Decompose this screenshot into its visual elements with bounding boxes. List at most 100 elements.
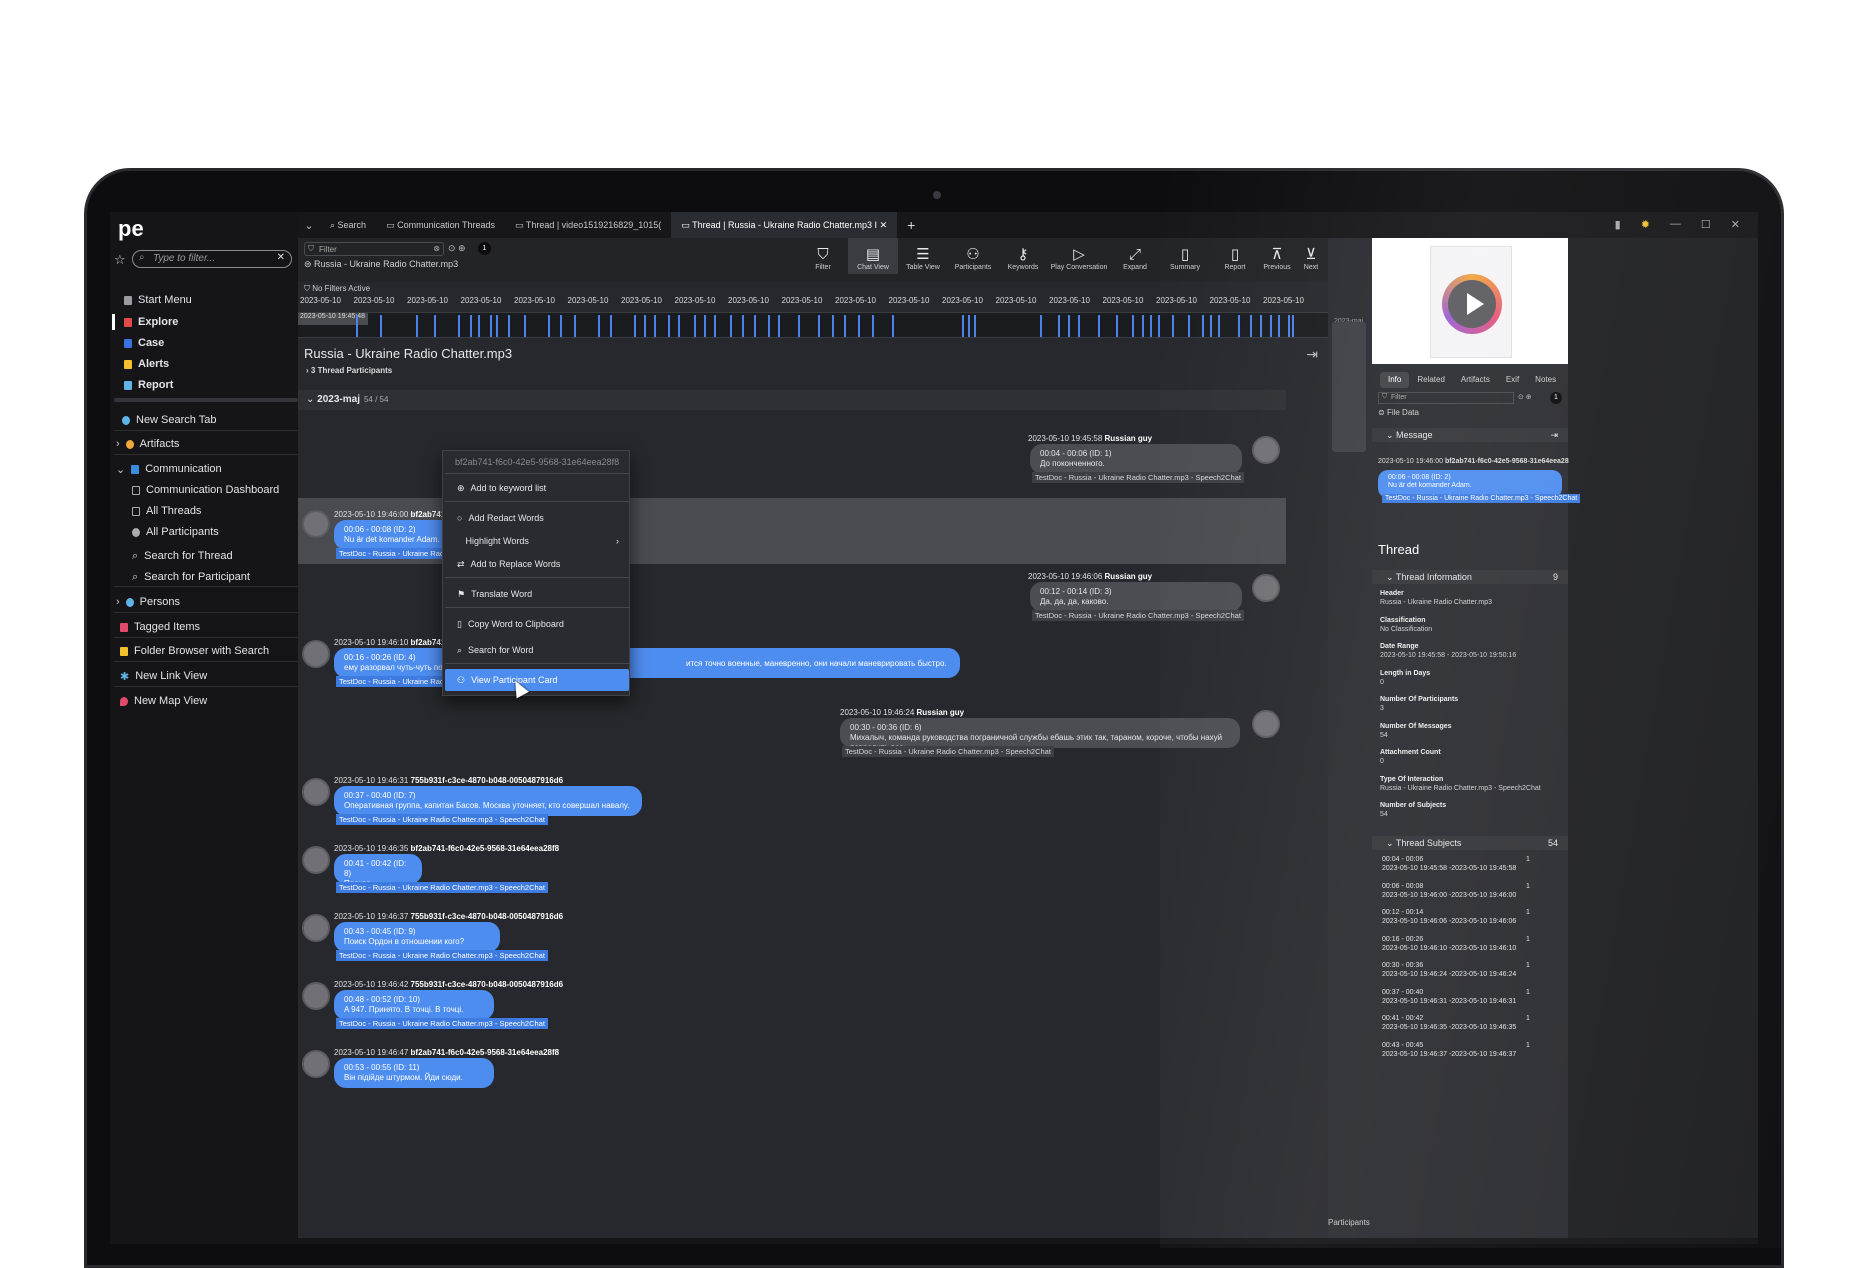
timeline-event-marker[interactable] bbox=[416, 315, 418, 337]
tab-thread-video[interactable]: ▭ Thread | video1519216829_1015( bbox=[505, 212, 671, 238]
subject-range[interactable]: 00:41 - 00:42 bbox=[1382, 1015, 1423, 1022]
tool-filter[interactable]: ⛉ Filter bbox=[798, 238, 848, 274]
timeline-event-marker[interactable] bbox=[1158, 315, 1160, 337]
nav-search-participant[interactable]: ⌕ Search for Participant bbox=[132, 567, 250, 587]
timeline-event-marker[interactable] bbox=[524, 315, 526, 337]
timeline-event-marker[interactable] bbox=[742, 315, 744, 337]
message-bubble[interactable]: 00:48 - 00:52 (ID: 10) A 947. Принято. В … bbox=[334, 990, 494, 1020]
message-bubble[interactable]: 00:04 - 00:06 (ID: 1) До поконченного. bbox=[1030, 444, 1242, 474]
timeline-track[interactable]: 2023-05-10 19:45:48 bbox=[298, 312, 1328, 338]
nav-persons[interactable]: › Persons bbox=[116, 592, 180, 612]
nav-search-thread[interactable]: ⌕ Search for Thread bbox=[132, 546, 233, 566]
avatar[interactable] bbox=[302, 846, 330, 874]
play-icon[interactable] bbox=[1442, 274, 1502, 334]
timeline-event-marker[interactable] bbox=[1288, 315, 1290, 337]
avatar[interactable] bbox=[302, 510, 330, 538]
thread-subjects-header[interactable]: ⌄ Thread Subjects 54 bbox=[1372, 836, 1568, 850]
timeline-event-marker[interactable] bbox=[356, 315, 358, 337]
tab-info[interactable]: Info bbox=[1380, 372, 1410, 388]
chat-message[interactable]: 2023-05-10 19:46:37 755b931f-c3ce-4870-b… bbox=[298, 910, 1286, 972]
nav-new-link-view[interactable]: ✱ New Link View bbox=[120, 666, 207, 686]
timeline-event-marker[interactable] bbox=[892, 315, 894, 337]
tool-keywords[interactable]: ⚷ Keywords bbox=[998, 238, 1048, 274]
subject-range[interactable]: 00:12 - 00:14 bbox=[1382, 909, 1423, 916]
timeline-event-marker[interactable] bbox=[1218, 315, 1220, 337]
tool-play-conversation[interactable]: ▷ Play Conversation bbox=[1048, 238, 1110, 274]
subject-range[interactable]: 00:43 - 00:45 bbox=[1382, 1042, 1423, 1049]
timeline-event-marker[interactable] bbox=[1098, 315, 1100, 337]
tab-related[interactable]: Related bbox=[1409, 372, 1453, 388]
menu-search-word[interactable]: ⌕ Search for Word bbox=[445, 639, 629, 661]
nav-artifacts[interactable]: › Artifacts bbox=[116, 434, 179, 454]
timeline-event-marker[interactable] bbox=[962, 315, 964, 337]
chat-message[interactable]: 2023-05-10 19:46:31 755b931f-c3ce-4870-b… bbox=[298, 774, 1286, 836]
tab-notes[interactable]: Notes bbox=[1527, 372, 1564, 388]
nav-start-menu[interactable]: Start Menu bbox=[124, 290, 192, 310]
star-icon[interactable]: ☆ bbox=[114, 252, 126, 268]
subject-range[interactable]: 00:04 - 00:06 bbox=[1382, 856, 1423, 863]
timeline-event-marker[interactable] bbox=[1188, 315, 1190, 337]
tab-artifacts[interactable]: Artifacts bbox=[1453, 372, 1498, 388]
export-icon[interactable]: ⇥ bbox=[1550, 430, 1558, 441]
timeline-event-marker[interactable] bbox=[968, 315, 970, 337]
close-button[interactable]: ✕ bbox=[1731, 218, 1740, 231]
timeline-event-marker[interactable] bbox=[858, 315, 860, 337]
message-section-header[interactable]: ⌄ Message ⇥ bbox=[1372, 428, 1568, 442]
panel-icon[interactable]: ▮ bbox=[1615, 218, 1621, 231]
close-icon[interactable]: ✕ bbox=[880, 220, 888, 230]
timeline-event-marker[interactable] bbox=[644, 315, 646, 337]
tool-summary[interactable]: ▯ Summary bbox=[1160, 238, 1210, 274]
message-source[interactable]: TestDoc - Russia - Ukraine Radio Chatter… bbox=[842, 746, 1054, 757]
tool-participants[interactable]: ⚇ Participants bbox=[948, 238, 998, 274]
avatar[interactable] bbox=[1252, 436, 1280, 464]
timeline-event-marker[interactable] bbox=[1172, 315, 1174, 337]
timeline-event-marker[interactable] bbox=[1132, 315, 1134, 337]
timeline-event-marker[interactable] bbox=[1078, 315, 1080, 337]
timeline-event-marker[interactable] bbox=[844, 315, 846, 337]
file-data-row[interactable]: ⊜ File Data bbox=[1378, 408, 1419, 417]
menu-add-replace[interactable]: ⇄ Add to Replace Words bbox=[445, 553, 629, 575]
message-source[interactable]: TestDoc - Russia - Ukraine Radio Chatter… bbox=[1032, 472, 1244, 483]
tab-search[interactable]: ⌕ Search bbox=[320, 212, 376, 238]
timeline-event-marker[interactable] bbox=[832, 315, 834, 337]
message-source[interactable]: TestDoc - Russia - Ukraine Radio Chatter… bbox=[1032, 610, 1244, 621]
message-bubble[interactable]: 00:12 - 00:14 (ID: 3) Да, да, да, каково. bbox=[1030, 582, 1242, 612]
subject-range[interactable]: 00:37 - 00:40 bbox=[1382, 989, 1423, 996]
participants-label[interactable]: Participants bbox=[1328, 1218, 1370, 1227]
nav-all-threads[interactable]: All Threads bbox=[132, 501, 201, 521]
timeline-event-marker[interactable] bbox=[508, 315, 510, 337]
menu-copy-word[interactable]: ▯ Copy Word to Clipboard bbox=[445, 613, 629, 635]
nav-new-map-view[interactable]: New Map View bbox=[120, 691, 207, 711]
tab-communication-threads[interactable]: ▭ Communication Threads bbox=[376, 212, 505, 238]
timeline-event-marker[interactable] bbox=[496, 315, 498, 337]
message-bubble[interactable]: 00:37 - 00:40 (ID: 7) Оперативная группа,… bbox=[334, 786, 642, 816]
timeline-event-marker[interactable] bbox=[1058, 315, 1060, 337]
timeline-event-marker[interactable] bbox=[668, 315, 670, 337]
clear-icon[interactable]: ✕ bbox=[277, 252, 285, 263]
nav-new-search-tab[interactable]: New Search Tab bbox=[122, 410, 217, 430]
info-filter-input[interactable]: ⛉ Filter bbox=[1378, 392, 1514, 404]
message-bubble[interactable]: 00:53 - 00:55 (ID: 11) Він підійде штурмо… bbox=[334, 1058, 494, 1088]
menu-add-keyword[interactable]: ⊕ Add to keyword list bbox=[445, 477, 629, 499]
nav-communication-dashboard[interactable]: Communication Dashboard bbox=[132, 480, 279, 500]
timeline-event-marker[interactable] bbox=[598, 315, 600, 337]
avatar[interactable] bbox=[1252, 574, 1280, 602]
menu-highlight-words[interactable]: Highlight Words › bbox=[445, 530, 629, 552]
nav-tagged-items[interactable]: Tagged Items bbox=[120, 617, 200, 637]
timeline[interactable]: 2023-05-10 2023-05-10 2023-05-10 2023-05-10… bbox=[298, 296, 1328, 340]
tab-thread-russia[interactable]: ▭ Thread | Russia - Ukraine Radio Chatte… bbox=[671, 212, 898, 238]
timeline-event-marker[interactable] bbox=[730, 315, 732, 337]
timeline-event-marker[interactable] bbox=[778, 315, 780, 337]
timeline-event-marker[interactable] bbox=[1116, 315, 1118, 337]
month-group-header[interactable]: ⌄ 2023-maj 54 / 54 bbox=[298, 390, 1286, 410]
avatar[interactable] bbox=[302, 1050, 330, 1078]
menu-translate[interactable]: ⚑ Translate Word bbox=[445, 583, 629, 605]
nav-report[interactable]: Report bbox=[124, 375, 173, 395]
timeline-event-marker[interactable] bbox=[694, 315, 696, 337]
minimize-button[interactable]: — bbox=[1670, 218, 1681, 231]
nav-folder-browser[interactable]: Folder Browser with Search bbox=[120, 641, 269, 661]
timeline-event-marker[interactable] bbox=[1278, 315, 1280, 337]
clear-icon[interactable]: ⊗ bbox=[433, 244, 440, 253]
timeline-event-marker[interactable] bbox=[1238, 315, 1240, 337]
timeline-event-marker[interactable] bbox=[768, 315, 770, 337]
